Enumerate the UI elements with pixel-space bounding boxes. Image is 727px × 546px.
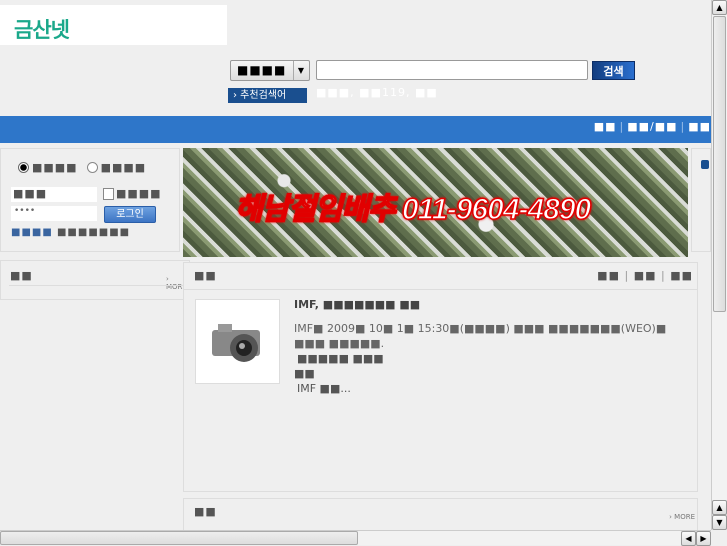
scroll-down-button[interactable]: ▼ bbox=[712, 515, 727, 530]
logo-text: 금산넷 bbox=[14, 18, 70, 42]
news-tab[interactable]: ■■ bbox=[634, 269, 657, 282]
search-input[interactable] bbox=[316, 60, 588, 80]
site-logo[interactable]: 금산넷 bbox=[0, 5, 227, 45]
nav-item[interactable]: ■■ bbox=[688, 120, 711, 133]
scroll-thumb[interactable] bbox=[713, 16, 726, 312]
password-input[interactable]: •••• bbox=[11, 206, 97, 221]
article-link[interactable]: IMF ■■... bbox=[297, 381, 694, 396]
left-panel: ■■ › MORE bbox=[0, 260, 190, 300]
play-icon[interactable] bbox=[701, 160, 709, 169]
recommended-label: › 추천검색어 bbox=[228, 88, 307, 103]
search-scope-select[interactable]: ■■■■ ▼ bbox=[230, 60, 310, 81]
more-link[interactable]: › MORE bbox=[669, 513, 695, 521]
scroll-up-button[interactable]: ▲ bbox=[712, 0, 727, 15]
find-account-link[interactable]: ■■■■■■■ bbox=[57, 227, 130, 238]
article-line: ■■ bbox=[294, 367, 315, 380]
id-placeholder: ■■■ bbox=[13, 187, 48, 200]
banner-text: 해남절임배추 011-9604-4890 bbox=[234, 192, 592, 227]
news-tab[interactable]: ■■ bbox=[597, 269, 620, 282]
scroll-left-button[interactable]: ◀ bbox=[681, 531, 696, 546]
left-panel-title: ■■ bbox=[10, 269, 33, 282]
article-title[interactable]: IMF, ■■■■■■■ ■■ bbox=[294, 297, 694, 312]
vertical-scrollbar[interactable]: ▲ ▲ ▼ bbox=[711, 0, 727, 530]
radio1-label: ■■■■ bbox=[32, 161, 78, 174]
horizontal-scrollbar[interactable]: ◀ ▶ bbox=[0, 530, 711, 546]
news-panel: ■■ ■■ | ■■ | ■■ IMF, ■■■■■■■ ■■ IMF■ 200… bbox=[183, 262, 698, 492]
bottom-panel-title: ■■ bbox=[194, 505, 217, 518]
article-body: IMF■ 2009■ 10■ 1■ 15:30■(■■■■) ■■■ ■■■■■… bbox=[294, 322, 667, 350]
recommended-terms[interactable]: ■■■, ■■119, ■■ bbox=[316, 86, 438, 99]
scroll-right-button[interactable]: ▶ bbox=[696, 531, 711, 546]
article-line: ■■■■■ ■■■ bbox=[297, 352, 384, 365]
news-panel-title: ■■ bbox=[194, 269, 217, 282]
hscroll-thumb[interactable] bbox=[0, 531, 358, 545]
login-button[interactable]: 로그인 bbox=[104, 206, 156, 223]
nav-item[interactable]: ■■ bbox=[594, 120, 617, 133]
radio2-label: ■■■■ bbox=[100, 161, 147, 174]
login-box: ■■■■ ■■■■ ■■■ ■■■■ •••• 로그인 ■■■■ ■■■■■■■ bbox=[0, 148, 180, 252]
remember-checkbox[interactable] bbox=[103, 187, 114, 200]
search-scope-value: ■■■■ bbox=[237, 63, 287, 77]
id-input[interactable]: ■■■ bbox=[11, 187, 97, 202]
camera-icon bbox=[212, 324, 260, 362]
main-nav-bar: ■■ | ■■/■■ | ■■ bbox=[0, 116, 711, 143]
search-button[interactable]: 검색 bbox=[592, 61, 635, 80]
news-tab[interactable]: ■■ bbox=[670, 269, 693, 282]
signup-link[interactable]: ■■■■ bbox=[11, 227, 53, 238]
article-thumbnail[interactable] bbox=[195, 299, 280, 384]
scroll-up-button-lower[interactable]: ▲ bbox=[712, 500, 727, 515]
radio-selected[interactable] bbox=[18, 162, 29, 173]
radio-unselected[interactable] bbox=[86, 162, 98, 173]
right-side-panel bbox=[691, 148, 711, 252]
remember-label: ■■■■ bbox=[116, 187, 162, 200]
chevron-down-icon: ▼ bbox=[293, 61, 309, 80]
banner-image[interactable]: 해남절임배추 011-9604-4890 bbox=[183, 148, 688, 257]
nav-item[interactable]: ■■/■■ bbox=[627, 120, 677, 133]
